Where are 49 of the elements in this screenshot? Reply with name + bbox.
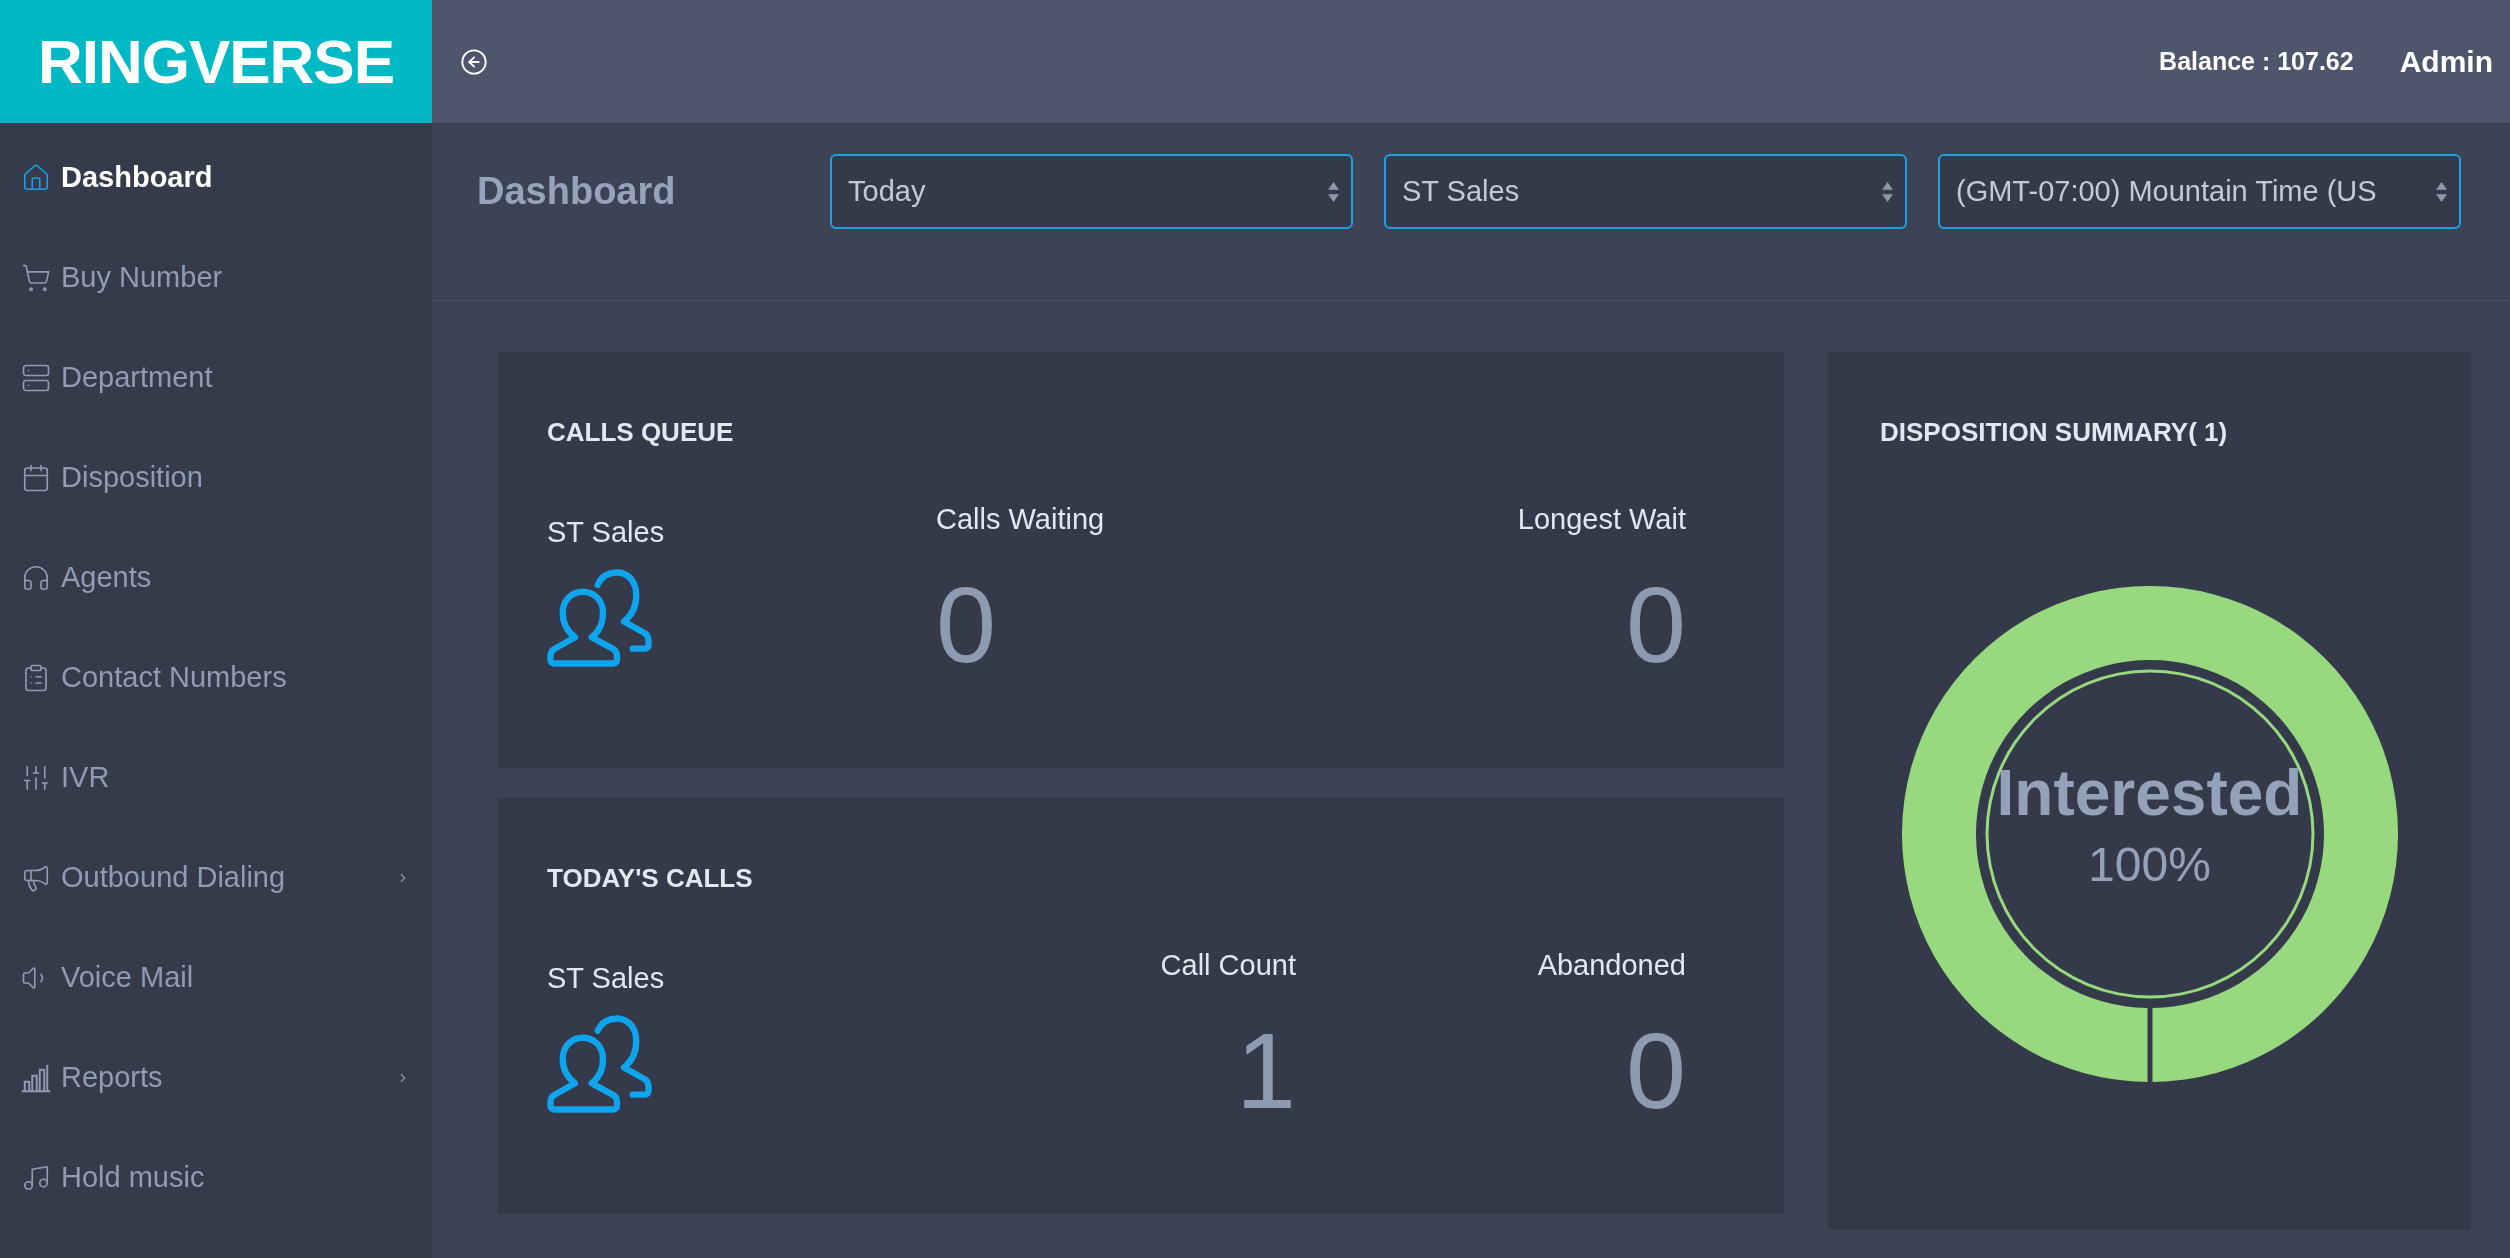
nav-item[interactable]: Voice Mail: [21, 956, 194, 1000]
sort-arrows-icon: [2436, 181, 2447, 202]
card-title: DISPOSITION SUMMARY( 1): [1880, 416, 2228, 448]
page-title: Dashboard: [477, 169, 676, 214]
metric-label: Calls Waiting: [936, 502, 1105, 537]
sort-arrows-icon: [1328, 181, 1339, 202]
back-button[interactable]: [460, 47, 488, 76]
metric-value: 1: [1235, 1017, 1296, 1125]
nav-item[interactable]: Contact Numbers: [21, 656, 287, 700]
nav-item[interactable]: Dashboard: [21, 156, 213, 200]
nav-item[interactable]: Buy Number: [21, 256, 223, 300]
nav-item[interactable]: Hold music: [21, 1156, 205, 1200]
metric-label: Abandoned: [1537, 948, 1686, 983]
sort-arrows-icon: [1882, 181, 1893, 202]
nav-item[interactable]: IVR: [21, 756, 110, 800]
card-title: CALLS QUEUE: [547, 416, 734, 448]
card-title: TODAY'S CALLS: [547, 862, 753, 894]
donut-center-value: 100%: [2088, 841, 2211, 889]
user-menu[interactable]: Admin: [2399, 39, 2493, 84]
nav-item[interactable]: Disposition: [21, 456, 203, 500]
balance-text: Balance : 107.62: [2159, 45, 2354, 77]
nav-item[interactable]: Department: [21, 356, 213, 400]
headset-icon: [21, 563, 51, 593]
bar-chart-icon: [21, 1063, 51, 1093]
logo-wordmark: RINGVERSE: [37, 30, 395, 93]
nav-item[interactable]: Reports: [21, 1056, 163, 1100]
users-icon: [547, 569, 652, 667]
metric-value: 0: [936, 571, 997, 679]
megaphone-icon: [21, 863, 51, 893]
nav-item[interactable]: Outbound Dialing: [21, 856, 286, 900]
department-select[interactable]: ST Sales: [1384, 154, 1907, 229]
server-icon: [21, 363, 51, 393]
queue-name: ST Sales: [547, 515, 665, 550]
timezone-select[interactable]: (GMT-07:00) Mountain Time (US: [1938, 154, 2461, 229]
cart-icon: [21, 263, 51, 293]
metric-value: 0: [1625, 571, 1686, 679]
sliders-icon: [21, 763, 51, 793]
circle-arrow-left-icon: [460, 47, 488, 76]
donut-center-label: Interested: [1996, 761, 2303, 825]
metric-label: Call Count: [1160, 948, 1296, 983]
home-icon: [21, 163, 51, 193]
calendar-icon: [21, 463, 51, 493]
metric-value: 0: [1625, 1017, 1686, 1125]
users-icon: [547, 1015, 652, 1113]
metric-label: Longest Wait: [1517, 502, 1686, 537]
queue-name: ST Sales: [547, 961, 665, 996]
date-range-select[interactable]: Today: [830, 154, 1353, 229]
music-note-icon: [21, 1163, 51, 1193]
nav-item[interactable]: Agents: [21, 556, 152, 600]
